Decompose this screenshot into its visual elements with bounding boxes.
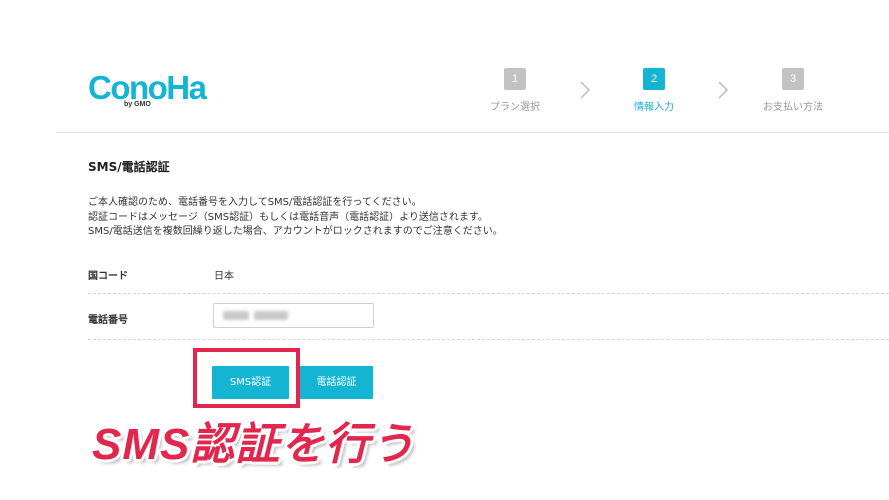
step-1-plan: 1 プラン選択 [460,68,570,113]
row-divider [88,293,889,294]
description-line: ご本人確認のため、電話番号を入力してSMS/電話認証を行ってください。 [88,197,422,208]
row-divider [88,339,889,340]
section-title: SMS/電話認証 [88,160,170,174]
step-number-3: 3 [782,68,804,90]
blurred-phone-value [223,311,249,320]
phone-auth-button[interactable]: 電話認証 [300,366,373,399]
step-number-2: 2 [643,68,665,90]
phone-number-label: 電話番号 [88,315,128,326]
step-label-3: お支払い方法 [763,102,823,113]
country-code-value: 日本 [214,271,234,282]
step-number-1: 1 [504,68,526,90]
step-label-2: 情報入力 [634,102,674,113]
blurred-phone-value [254,311,288,320]
step-label-1: プラン選択 [490,102,540,113]
chevron-right-icon [718,81,729,99]
header-divider [56,132,889,133]
step-2-info: 2 情報入力 [599,68,709,113]
highlight-box [193,348,300,408]
step-3-payment: 3 お支払い方法 [738,68,848,113]
phone-number-input[interactable] [213,303,374,328]
annotation-caption: SMS認証を行う [92,420,416,469]
description-line: SMS/電話送信を複数回繰り返した場合、アカウントがロックされますのでご注意くだ… [88,226,503,237]
logo-sub-text: by GMO [124,101,151,108]
chevron-right-icon [580,81,591,99]
description-line: 認証コードはメッセージ（SMS認証）もしくは電話音声（電話認証）より送信されます… [88,211,488,223]
section-description: ご本人確認のため、電話番号を入力してSMS/電話認証を行ってください。 認証コー… [88,196,503,240]
country-code-label: 国コード [88,271,128,282]
conoha-logo[interactable]: ConoHa by GMO [88,70,208,110]
